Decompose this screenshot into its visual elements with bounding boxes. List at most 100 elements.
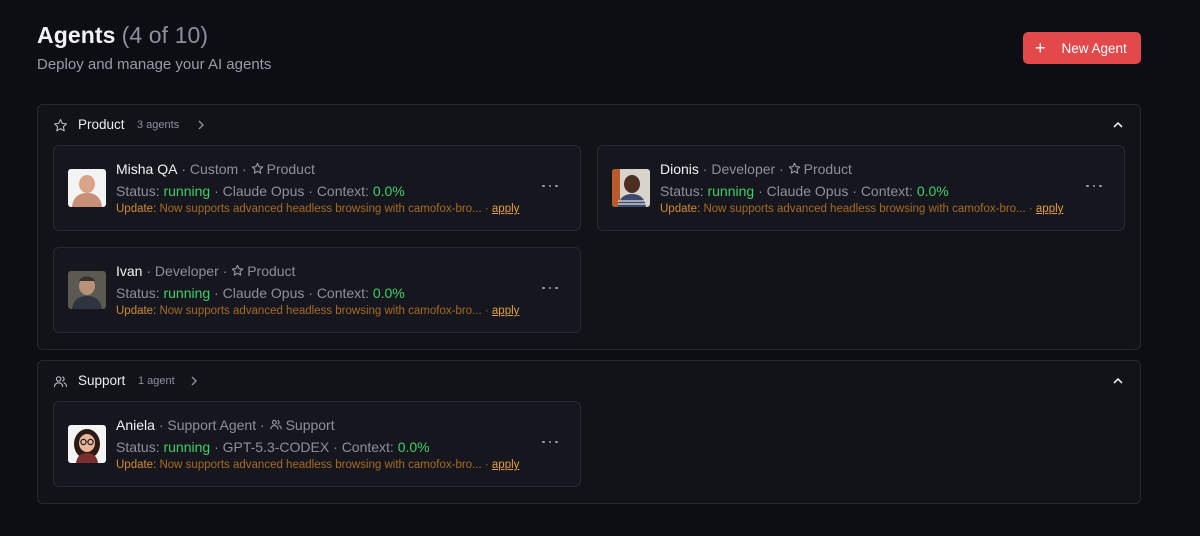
model-name: Claude Opus [222, 183, 305, 199]
agent-title-line: Ivan · Developer · Product [116, 263, 295, 279]
separator: · [1028, 203, 1033, 215]
agent-team: Support [285, 417, 335, 433]
separator: · [484, 203, 489, 215]
group-count: 1 agent [138, 375, 175, 387]
group-count: 3 agents [137, 119, 180, 131]
chevron-up-icon[interactable] [1112, 375, 1124, 387]
agent-card-dionis[interactable]: Dionis · Developer · Product Status: run… [597, 145, 1125, 231]
separator: · [484, 459, 489, 471]
agent-status-line: Status: running · GPT-5.3-CODEX · Contex… [116, 439, 430, 455]
more-options-icon[interactable] [542, 181, 558, 191]
update-text: Now supports advanced headless browsing … [159, 305, 482, 317]
separator: · [158, 417, 164, 433]
agent-title-line: Dionis · Developer · Product [660, 161, 852, 177]
chevron-up-icon[interactable] [1112, 119, 1124, 131]
separator: · [484, 305, 489, 317]
group-product: Product 3 agents Misha QA · Custom · Pro… [37, 104, 1141, 350]
separator: · [146, 263, 152, 279]
update-label: Update: [116, 305, 157, 317]
separator: · [214, 439, 219, 455]
separator: · [702, 161, 708, 177]
agent-card-misha-qa[interactable]: Misha QA · Custom · Product Status: runn… [53, 145, 581, 231]
agent-card-ivan[interactable]: Ivan · Developer · Product Status: runni… [53, 247, 581, 333]
update-line: Update: Now supports advanced headless b… [116, 305, 519, 317]
page-title-text: Agents [37, 22, 116, 48]
separator: · [758, 183, 763, 199]
group-name: Support [78, 373, 126, 388]
separator: · [779, 161, 784, 177]
chevron-right-icon[interactable] [196, 119, 206, 131]
star-icon [788, 162, 800, 174]
agent-role: Support Agent [167, 417, 257, 433]
avatar [68, 169, 106, 207]
agent-name: Ivan [116, 263, 143, 279]
agent-card-aniela[interactable]: Aniela · Support Agent · Support Status:… [53, 401, 581, 487]
context-value: 0.0% [372, 183, 405, 199]
model-name: GPT-5.3-CODEX [222, 439, 330, 455]
agent-name: Aniela [116, 417, 155, 433]
context-value: 0.0% [372, 285, 405, 301]
avatar [612, 169, 650, 207]
separator: · [852, 183, 857, 199]
context-label: Context: [316, 285, 369, 301]
agent-name: Dionis [660, 161, 699, 177]
separator: · [222, 263, 228, 279]
more-options-icon[interactable] [1086, 181, 1102, 191]
agent-count: (4 of 10) [121, 22, 209, 48]
separator: · [214, 183, 219, 199]
agent-status-line: Status: running · Claude Opus · Context:… [116, 285, 405, 301]
page-title: Agents (4 of 10) [37, 22, 208, 49]
new-agent-label: New Agent [1061, 40, 1127, 56]
page-subtitle: Deploy and manage your AI agents [37, 56, 272, 73]
update-label: Update: [116, 203, 157, 215]
separator: · [308, 183, 313, 199]
status-label: Status: [660, 183, 704, 199]
status-label: Status: [116, 439, 160, 455]
update-label: Update: [116, 459, 157, 471]
status-value: running [163, 439, 211, 455]
status-label: Status: [116, 285, 160, 301]
status-value: running [163, 183, 211, 199]
group-support: Support 1 agent Aniela · Support Agent ·… [37, 360, 1141, 504]
agent-title-line: Aniela · Support Agent · Support [116, 417, 335, 433]
update-label: Update: [660, 203, 701, 215]
model-name: Claude Opus [222, 285, 305, 301]
users-icon [54, 376, 67, 388]
apply-link[interactable]: apply [1036, 203, 1064, 215]
agent-title-line: Misha QA · Custom · Product [116, 161, 315, 177]
status-label: Status: [116, 183, 160, 199]
agent-status-line: Status: running · Claude Opus · Context:… [660, 183, 949, 199]
separator: · [333, 439, 338, 455]
update-text: Now supports advanced headless browsing … [159, 459, 482, 471]
chevron-right-icon[interactable] [189, 375, 199, 387]
agent-role: Custom [189, 161, 239, 177]
update-text: Now supports advanced headless browsing … [159, 203, 482, 215]
group-header-product[interactable]: Product 3 agents [38, 105, 1140, 145]
update-text: Now supports advanced headless browsing … [703, 203, 1026, 215]
users-icon [269, 419, 282, 430]
plus-icon: + [1035, 38, 1046, 58]
update-line: Update: Now supports advanced headless b… [116, 459, 519, 471]
agent-team: Product [266, 161, 315, 177]
apply-link[interactable]: apply [492, 459, 520, 471]
more-options-icon[interactable] [542, 437, 558, 447]
star-icon [251, 162, 263, 174]
agent-status-line: Status: running · Claude Opus · Context:… [116, 183, 405, 199]
separator: · [181, 161, 187, 177]
new-agent-button[interactable]: + New Agent [1023, 32, 1141, 64]
avatar [68, 425, 106, 463]
separator: · [242, 161, 247, 177]
update-line: Update: Now supports advanced headless b… [660, 203, 1063, 215]
star-icon [232, 264, 244, 276]
apply-link[interactable]: apply [492, 305, 520, 317]
more-options-icon[interactable] [542, 283, 558, 293]
group-name: Product [78, 117, 125, 132]
context-label: Context: [341, 439, 394, 455]
model-name: Claude Opus [766, 183, 849, 199]
agent-role: Developer [154, 263, 219, 279]
status-value: running [707, 183, 755, 199]
separator: · [260, 417, 265, 433]
group-header-support[interactable]: Support 1 agent [38, 361, 1140, 401]
apply-link[interactable]: apply [492, 203, 520, 215]
agent-team: Product [803, 161, 852, 177]
